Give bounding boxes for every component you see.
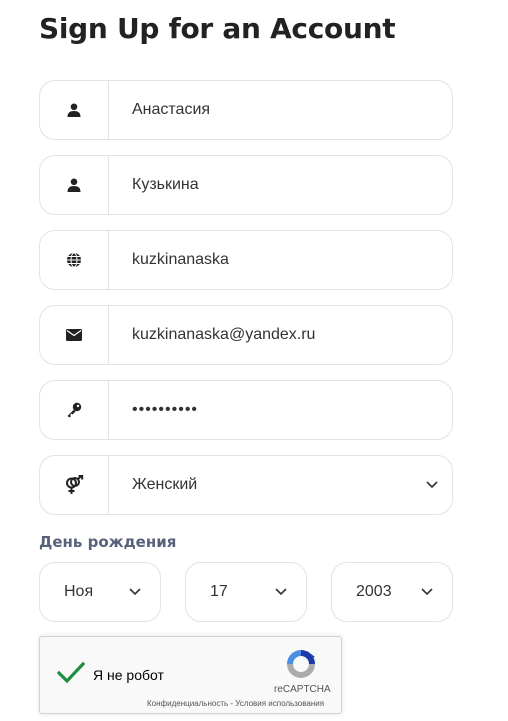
birth-month-value: Ноя [64, 583, 94, 600]
user-icon [40, 156, 109, 214]
recaptcha-widget: Я не робот reCAPTCHA Конфиденциальность … [39, 636, 342, 714]
checkmark-icon[interactable] [56, 661, 86, 690]
birth-year-select[interactable]: 2003 [331, 562, 453, 622]
birth-day-value: 17 [210, 583, 228, 600]
gender-value: Женский [132, 476, 198, 493]
recaptcha-brand: reCAPTCHA [274, 684, 331, 695]
last-name-input[interactable]: Кузькина [109, 176, 452, 194]
gender-icon [40, 456, 109, 514]
envelope-icon [40, 306, 109, 364]
globe-icon [40, 231, 109, 289]
birth-year-value: 2003 [356, 583, 392, 600]
chevron-down-icon [421, 583, 433, 601]
page-title: Sign Up for an Account [39, 12, 396, 45]
chevron-down-icon [129, 583, 141, 601]
last-name-field[interactable]: Кузькина [39, 155, 453, 215]
recaptcha-logo-icon [284, 647, 318, 686]
key-icon [40, 381, 109, 439]
recaptcha-terms-link[interactable]: Конфиденциальность - Условия использован… [147, 699, 324, 708]
chevron-down-icon [412, 481, 452, 489]
recaptcha-label: Я не робот [93, 667, 164, 683]
username-input[interactable]: kuzkinanaska [109, 251, 452, 269]
chevron-down-icon [275, 583, 287, 601]
user-icon [40, 81, 109, 139]
email-field[interactable]: kuzkinanaska@yandex.ru [39, 305, 453, 365]
username-field[interactable]: kuzkinanaska [39, 230, 453, 290]
first-name-input[interactable]: Анастасия [109, 101, 452, 119]
email-input[interactable]: kuzkinanaska@yandex.ru [109, 326, 452, 344]
gender-select[interactable]: Женский [39, 455, 453, 515]
first-name-field[interactable]: Анастасия [39, 80, 453, 140]
birthday-label: День рождения [39, 533, 177, 551]
birth-month-select[interactable]: Ноя [39, 562, 161, 622]
password-field[interactable]: •••••••••• [39, 380, 453, 440]
password-input[interactable]: •••••••••• [109, 401, 452, 419]
birth-day-select[interactable]: 17 [185, 562, 307, 622]
